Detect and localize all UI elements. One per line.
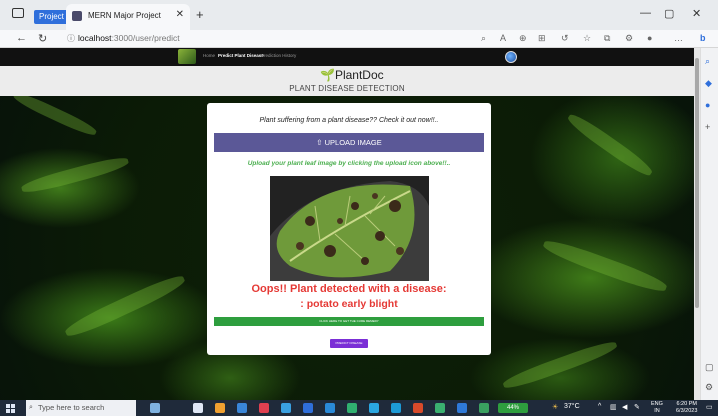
temperature[interactable]: 37°C	[564, 403, 580, 410]
clock-date: 6/3/2023	[676, 408, 698, 414]
upload-image-button[interactable]: ⇧ UPLOAD IMAGE	[214, 133, 484, 152]
tray-chevron-icon[interactable]: ^	[598, 403, 601, 410]
brand-name: PlantDoc	[334, 68, 384, 82]
result-disease: : potato early blight	[300, 298, 398, 310]
favorites-icon[interactable]: ☆	[583, 33, 591, 44]
chrome-icon[interactable]	[413, 403, 423, 413]
upload-hint: Upload your plant leaf image by clicking…	[247, 160, 451, 167]
site-info-icon[interactable]: ⓘ	[67, 33, 75, 44]
battery-indicator[interactable]: 44%	[498, 403, 528, 413]
tab-actions-icon[interactable]	[12, 8, 24, 18]
tab-bar: Project MERN Major Project ✕ + — ▢ ✕	[0, 0, 718, 30]
apps-icon[interactable]: ⊞	[538, 33, 546, 44]
widgets-icon[interactable]	[150, 403, 160, 413]
app-icon[interactable]	[347, 403, 357, 413]
sidebar-layout-icon[interactable]: ▢	[705, 362, 714, 373]
search-icon[interactable]: ⌕	[481, 33, 486, 44]
language-region: IN	[654, 408, 660, 414]
settings-icon[interactable]: ⚙	[705, 382, 713, 393]
add-sidebar-icon[interactable]: +	[705, 122, 710, 132]
collections-icon[interactable]: ⧉	[604, 33, 610, 44]
predict-card: Plant suffering from a plant disease?? C…	[207, 103, 491, 355]
close-window-icon[interactable]: ✕	[692, 7, 701, 20]
tab-title: MERN Major Project	[88, 11, 161, 20]
app-icon[interactable]	[435, 403, 445, 413]
site-logo[interactable]	[178, 49, 196, 64]
vscode-icon[interactable]	[457, 403, 467, 413]
task-view-icon[interactable]	[193, 403, 203, 413]
leaf-shape	[541, 236, 669, 296]
notifications-icon[interactable]: ▭	[706, 403, 713, 411]
windows-start-icon[interactable]	[6, 404, 15, 413]
page-header: 🌱PlantDoc PLANT DISEASE DETECTION	[0, 66, 694, 96]
clock-time: 6:20 PM	[676, 401, 697, 407]
sprout-icon: 🌱	[320, 68, 335, 82]
leaf-shape	[20, 154, 130, 196]
brand: 🌱PlantDoc	[320, 68, 384, 82]
language-indicator[interactable]: ENG IN	[651, 401, 663, 415]
extensions-icon[interactable]: ⚙	[625, 33, 633, 44]
profile-icon[interactable]: ●	[647, 33, 652, 43]
shopping-icon[interactable]: ◆	[705, 78, 712, 89]
url-host: localhost	[78, 33, 112, 43]
system-clock[interactable]: 6:20 PM 6/3/2023	[676, 401, 697, 415]
search-sidebar-icon[interactable]: ⌕	[705, 56, 710, 67]
app-icon[interactable]	[259, 403, 269, 413]
minimize-icon[interactable]: —	[640, 7, 651, 19]
pen-icon[interactable]: ✎	[634, 403, 640, 411]
weather-icon[interactable]: ☀	[552, 403, 558, 411]
restore-icon[interactable]: ▢	[664, 7, 674, 20]
file-explorer-icon[interactable]	[237, 403, 247, 413]
tab-active[interactable]: MERN Major Project ✕	[66, 4, 190, 30]
site-navbar: Home Predict Plant Disease Prediction Hi…	[0, 48, 694, 66]
refresh-page-icon[interactable]: ↺	[561, 33, 569, 44]
language: ENG	[651, 401, 663, 407]
network-icon[interactable]: ▥	[610, 403, 617, 411]
app-icon[interactable]	[281, 403, 291, 413]
app-icon[interactable]	[369, 403, 379, 413]
card-question: Plant suffering from a plant disease?? C…	[259, 117, 439, 124]
volume-icon[interactable]: ◀	[622, 403, 627, 411]
app-icon[interactable]	[303, 403, 313, 413]
windows-taskbar: ⌕ Type here to search 44% ☀ 37°C ^ ▥ ◀ ✎ …	[0, 400, 718, 416]
taskbar-search[interactable]: ⌕ Type here to search	[26, 400, 136, 416]
address-bar: ← ↻ ⓘ localhost:3000/user/predict ⌕ A ⊕ …	[0, 30, 718, 48]
app-icon[interactable]	[215, 403, 225, 413]
globe-icon[interactable]	[505, 51, 517, 63]
url-path: :3000/user/predict	[111, 33, 180, 43]
search-icon: ⌕	[29, 404, 33, 411]
nav-history[interactable]: Prediction History	[261, 53, 296, 58]
nav-home[interactable]: Home	[203, 53, 215, 58]
new-tab-icon[interactable]: +	[196, 7, 204, 22]
zoom-icon[interactable]: ⊕	[519, 33, 527, 44]
edge-sidebar: ⌕ ◆ ● + ▢ ⚙	[700, 48, 718, 400]
bing-chat-icon[interactable]: b	[700, 33, 706, 43]
app-icon[interactable]	[325, 403, 335, 413]
leaf-shape	[565, 110, 655, 180]
browser-window: Project MERN Major Project ✕ + — ▢ ✕ ← ↻…	[0, 0, 718, 416]
leaf-shape	[501, 337, 619, 393]
nav-predict[interactable]: Predict Plant Disease	[218, 53, 264, 58]
predict-disease-button[interactable]: PREDICT DISEASE	[330, 339, 368, 348]
scrollbar-thumb[interactable]	[695, 58, 699, 308]
page-subtitle: PLANT DISEASE DETECTION	[289, 84, 405, 93]
refresh-icon[interactable]: ↻	[38, 32, 47, 45]
close-tab-icon[interactable]: ✕	[176, 9, 184, 20]
url-field[interactable]: localhost:3000/user/predict	[78, 33, 180, 43]
back-icon[interactable]: ←	[16, 32, 27, 44]
more-icon[interactable]: …	[674, 33, 683, 43]
app-icon[interactable]	[479, 403, 489, 413]
tab-favicon-icon	[72, 11, 82, 21]
leaf-shape	[62, 271, 188, 341]
edge-icon[interactable]	[391, 403, 401, 413]
uploaded-leaf-image	[270, 176, 429, 281]
taskbar-search-placeholder: Type here to search	[38, 403, 105, 412]
cure-remedy-button[interactable]: CLICK HERE TO GET THE CURE REMEDY	[214, 317, 484, 326]
profile-button[interactable]: Project	[34, 10, 69, 24]
tools-icon[interactable]: ●	[705, 100, 710, 110]
read-aloud-icon[interactable]: A	[500, 33, 506, 43]
web-page: Home Predict Plant Disease Prediction Hi…	[0, 48, 700, 400]
leaf-shape	[11, 89, 99, 139]
result-heading: Oops!! Plant detected with a disease:	[251, 283, 447, 295]
